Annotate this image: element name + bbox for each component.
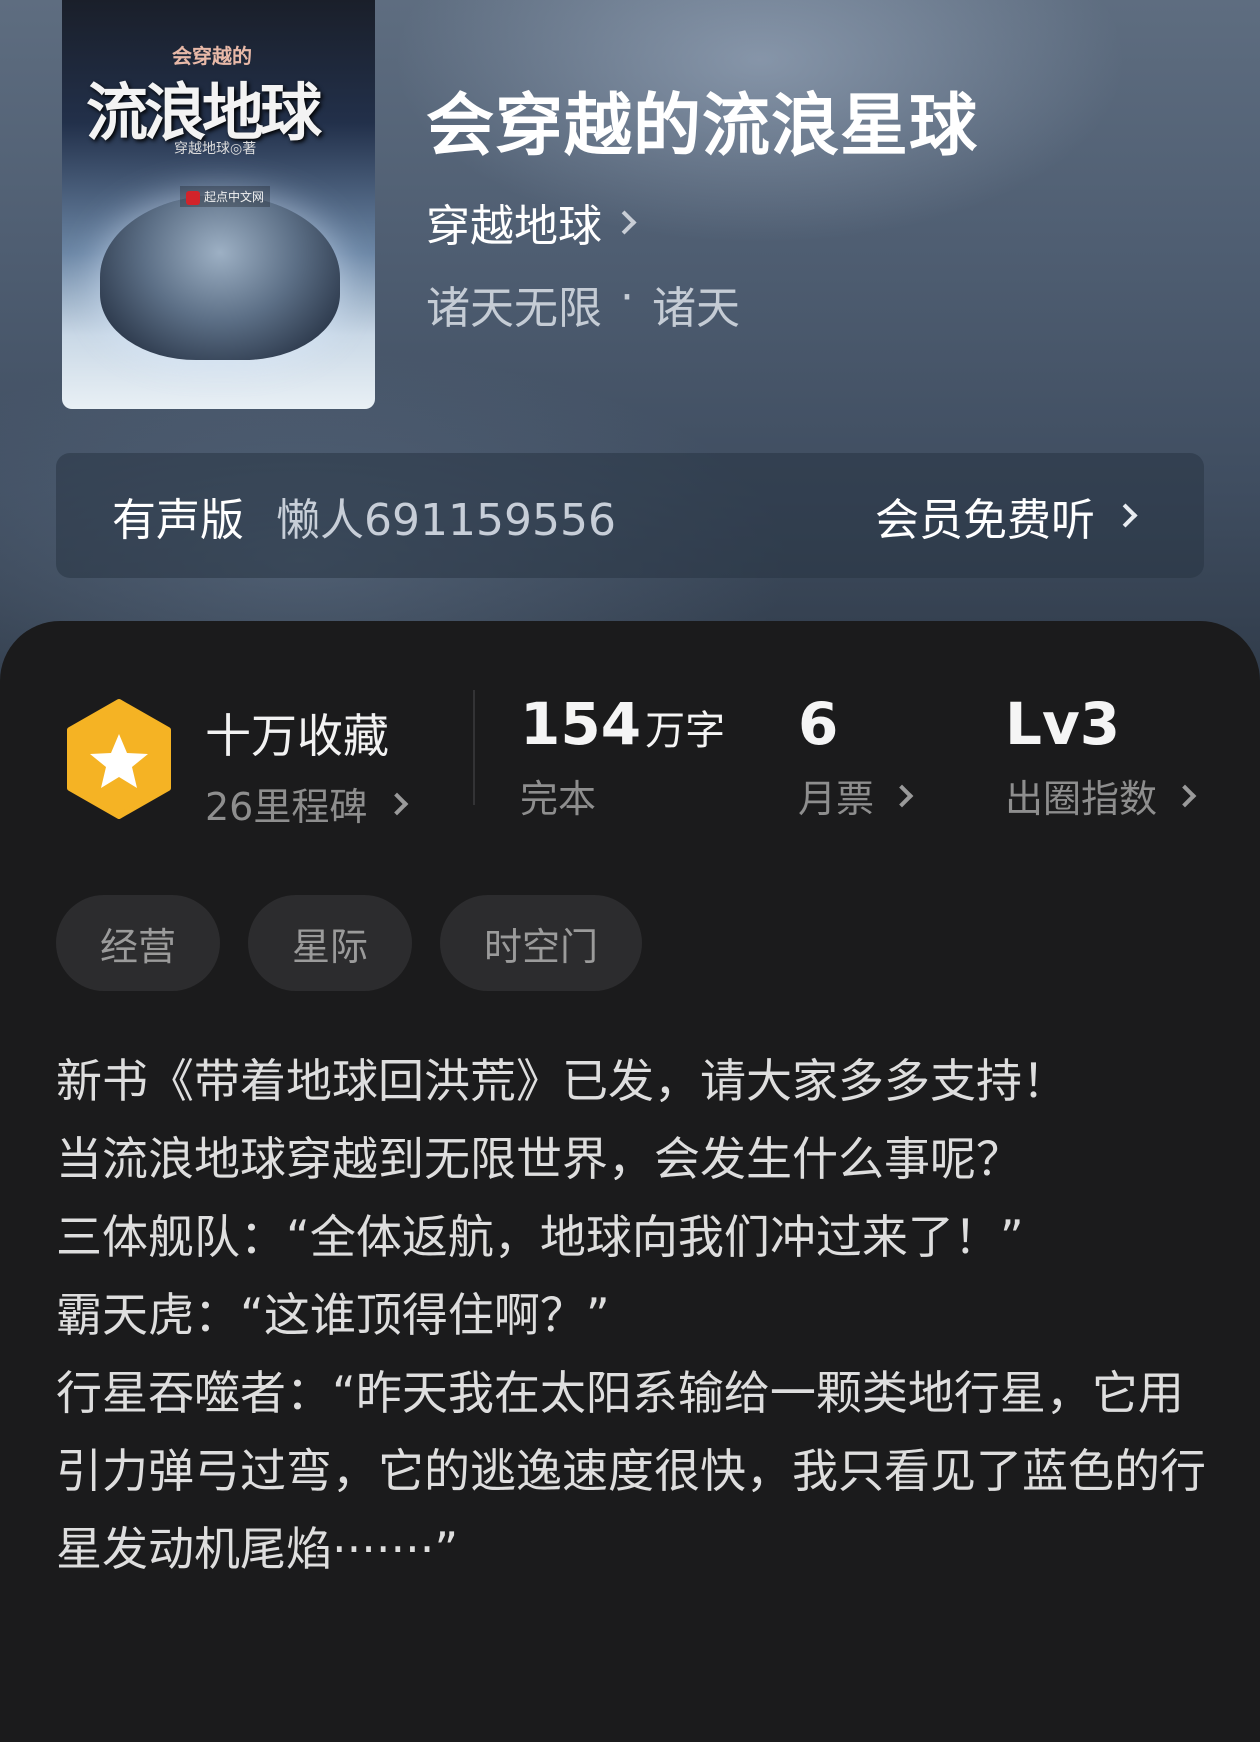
description-line: 霸天虎：“这谁顶得住啊？”	[56, 1288, 610, 1342]
monthly-ticket-stat[interactable]: 6 月票	[798, 690, 914, 823]
chevron-right-icon	[612, 209, 637, 235]
cover-art-planet	[100, 195, 340, 360]
book-description[interactable]: 新书《带着地球回洪荒》已发，请大家多多支持！ 当流浪地球穿越到无限世界，会发生什…	[56, 1042, 1206, 1588]
genre-line: 诸天无限 · 诸天	[426, 272, 740, 336]
milestone-count: 26里程碑	[205, 785, 368, 829]
book-title: 会穿越的流浪星球	[426, 86, 979, 166]
tag-chip[interactable]: 经营	[56, 895, 221, 991]
audio-version-bar[interactable]: 有声版 懒人691159556 会员免费听	[56, 453, 1204, 578]
chevron-right-icon	[386, 792, 409, 815]
tag-chip[interactable]: 星际	[248, 895, 413, 991]
monthly-ticket-count: 6	[798, 690, 839, 758]
chevron-right-icon	[890, 784, 914, 807]
description-line: 行星吞噬者：“昨天我在太阳系输给一颗类地行星，它用引力弹弓过弯，它的逃逸速度很快…	[56, 1366, 1206, 1576]
genre-subcategory[interactable]: 诸天	[652, 272, 740, 336]
monthly-ticket-label: 月票	[798, 777, 875, 821]
word-count-number: 154	[520, 690, 642, 758]
popularity-label: 出圈指数	[1005, 777, 1158, 821]
member-listen-button[interactable]: 会员免费听	[875, 484, 1138, 548]
popularity-index-stat[interactable]: Lv3 出圈指数	[1005, 690, 1197, 823]
word-count-unit: 万字	[645, 708, 726, 754]
popularity-level: Lv3	[1005, 690, 1121, 758]
description-line: 三体舰队：“全体返航，地球向我们冲过来了！”	[56, 1210, 1024, 1264]
stat-divider	[473, 690, 475, 805]
author-link[interactable]: 穿越地球	[426, 190, 637, 254]
chevron-right-icon	[1113, 503, 1138, 528]
genre-category[interactable]: 诸天无限	[426, 272, 602, 336]
cover-author: 穿越地球◎著	[174, 141, 257, 157]
collection-title: 十万收藏	[205, 709, 389, 763]
author-name: 穿越地球	[426, 201, 602, 252]
description-line: 新书《带着地球回洪荒》已发，请大家多多支持！	[56, 1054, 1068, 1108]
tag-chip[interactable]: 时空门	[440, 895, 643, 991]
book-header: 会穿越的 流浪地球 穿越地球◎著 起点中文网 会穿越的流浪星球 穿越地球 诸天无…	[0, 0, 1260, 700]
cover-brand-label: 起点中文网	[204, 190, 265, 204]
completion-status: 完本	[520, 777, 597, 821]
milestone-row: 26里程碑	[205, 776, 409, 831]
tag-list: 经营 星际 时空门	[56, 895, 643, 991]
chevron-right-icon	[1173, 784, 1197, 807]
book-cover[interactable]: 会穿越的 流浪地球 穿越地球◎著 起点中文网	[62, 0, 375, 409]
genre-separator: ·	[620, 272, 634, 323]
collection-stat[interactable]: 十万收藏 26里程碑	[205, 700, 409, 831]
brand-logo-icon	[186, 190, 200, 205]
member-listen-label: 会员免费听	[875, 494, 1095, 546]
audio-narrator: 懒人691159556	[276, 494, 616, 546]
audio-label: 有声版	[112, 494, 244, 546]
word-count-stat: 154 万字 完本	[520, 690, 725, 823]
cover-brand: 起点中文网	[180, 186, 271, 207]
description-line: 当流浪地球穿越到无限世界，会发生什么事呢？	[56, 1132, 1022, 1186]
star-badge-icon	[64, 698, 174, 820]
